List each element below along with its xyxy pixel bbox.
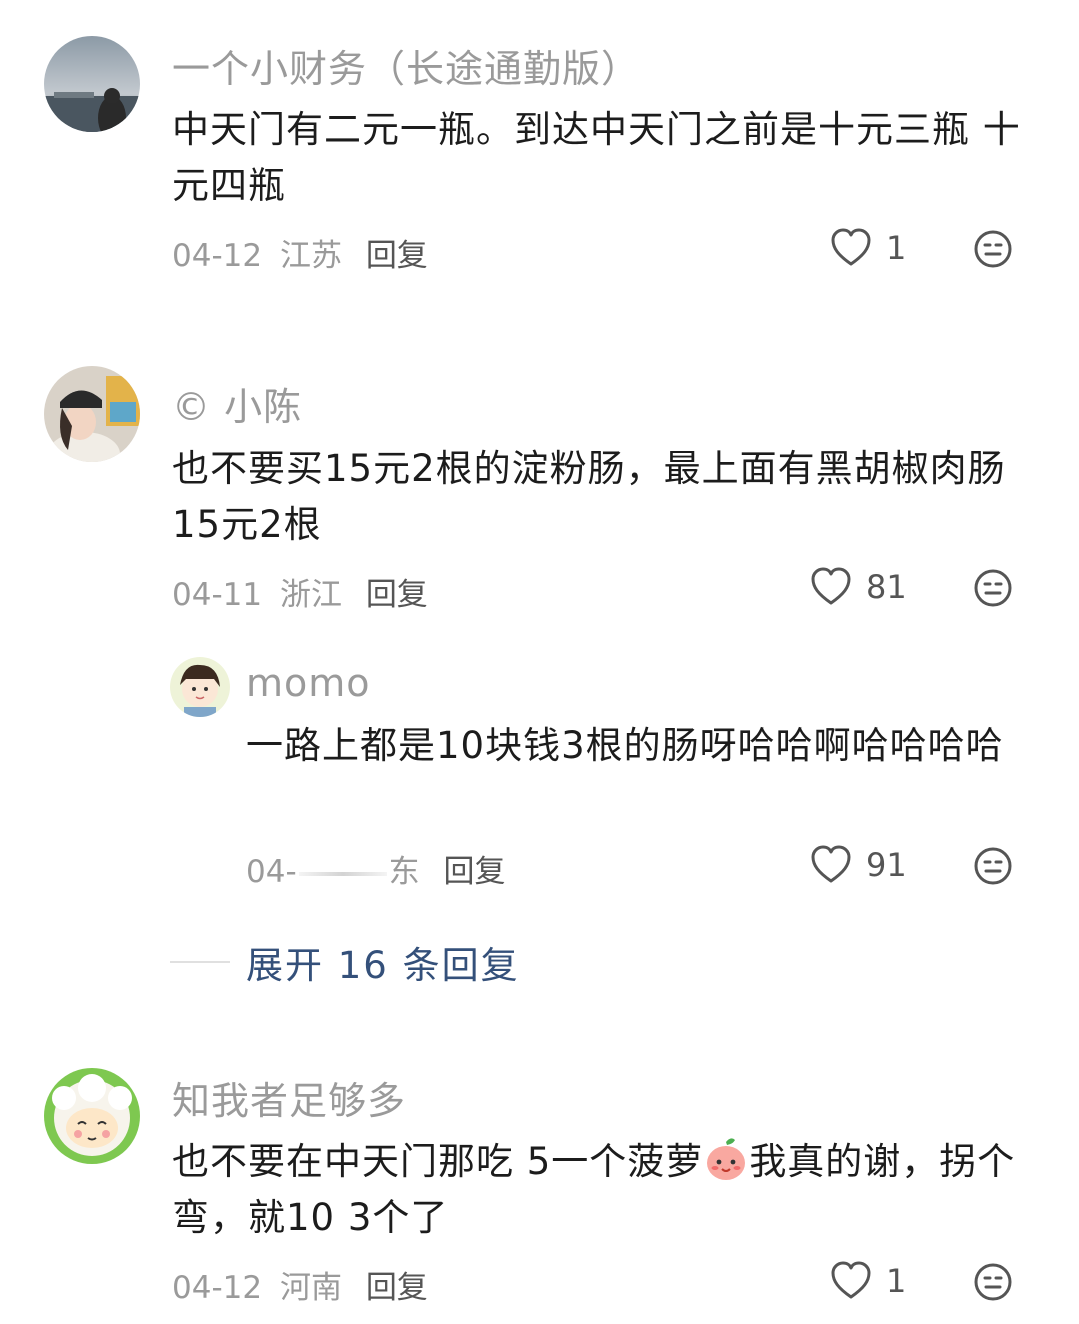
- avatar-image: [44, 366, 140, 462]
- comment-meta: 04-12 河南 回复: [172, 1262, 428, 1307]
- reply-avatar[interactable]: [170, 657, 230, 717]
- comment-location: 河南: [279, 1270, 342, 1306]
- comment-text: 也不要在中天门那吃 5一个菠萝 我真的谢，拐个弯，就10 3个了: [172, 1134, 1032, 1246]
- reply-button[interactable]: 回复: [444, 854, 506, 890]
- like-button[interactable]: 1: [830, 228, 906, 268]
- expand-replies-button[interactable]: 展开 16 条回复: [170, 935, 520, 989]
- dislike-button[interactable]: [973, 846, 1013, 886]
- reply-date: 04-: [246, 854, 297, 890]
- like-button[interactable]: 81: [810, 567, 907, 607]
- avatar[interactable]: [44, 1068, 140, 1164]
- avatar[interactable]: [44, 366, 140, 462]
- avatar-image: [44, 36, 140, 132]
- comment-meta: 04-12 江苏 回复: [172, 230, 428, 275]
- like-count: 1: [886, 1262, 907, 1300]
- heart-outline-icon: [811, 845, 851, 883]
- reply-button[interactable]: 回复: [366, 577, 428, 613]
- reply-location: 东: [388, 854, 420, 890]
- neutral-face-icon: [974, 847, 1012, 885]
- heart-outline-icon: [831, 228, 871, 266]
- dislike-button[interactable]: [973, 568, 1013, 608]
- reply-button[interactable]: 回复: [366, 238, 428, 274]
- username[interactable]: 知我者足够多: [172, 1070, 406, 1125]
- avatar-image: [170, 657, 230, 717]
- like-count: 91: [866, 846, 907, 884]
- like-button[interactable]: 91: [810, 845, 907, 885]
- neutral-face-icon: [974, 1263, 1012, 1301]
- comment-date: 04-11: [172, 577, 263, 613]
- avatar[interactable]: [44, 36, 140, 132]
- like-count: 81: [866, 568, 907, 606]
- avatar-image: [44, 1068, 140, 1164]
- comment-date: 04-12: [172, 1270, 263, 1306]
- neutral-face-icon: [974, 230, 1012, 268]
- username[interactable]: 一个小财务（长途通勤版）: [172, 38, 640, 93]
- reply-username[interactable]: momo: [246, 661, 371, 705]
- comment-meta: 04-11 浙江 回复: [172, 569, 428, 614]
- comment-text: 也不要买15元2根的淀粉肠，最上面有黑胡椒肉肠15元2根: [172, 447, 1006, 546]
- divider: [170, 961, 230, 963]
- neutral-face-icon: [974, 569, 1012, 607]
- dislike-button[interactable]: [973, 229, 1013, 269]
- heart-outline-icon: [831, 1261, 871, 1299]
- expand-replies-label: 展开 16 条回复: [246, 944, 520, 987]
- reply-meta: 04- 东 回复: [246, 846, 506, 891]
- comment-text-part-1: 也不要在中天门那吃 5一个菠萝: [172, 1140, 704, 1183]
- comment-text: 中天门有二元一瓶。到达中天门之前是十元三瓶 十元四瓶: [172, 108, 1021, 207]
- blurred-text-mask: [298, 871, 387, 876]
- comment-date: 04-12: [172, 238, 263, 274]
- reply-text: 一路上都是10块钱3根的肠呀哈哈啊哈哈哈哈: [246, 724, 1004, 767]
- peach-emoji-icon: [703, 1136, 749, 1182]
- dislike-button[interactable]: [973, 1262, 1013, 1302]
- comment-location: 江苏: [279, 238, 342, 274]
- username[interactable]: © 小陈: [172, 376, 302, 431]
- reply-button[interactable]: 回复: [366, 1270, 428, 1306]
- like-count: 1: [886, 229, 907, 267]
- comment-location: 浙江: [279, 577, 342, 613]
- heart-outline-icon: [811, 567, 851, 605]
- like-button[interactable]: 1: [830, 1261, 906, 1301]
